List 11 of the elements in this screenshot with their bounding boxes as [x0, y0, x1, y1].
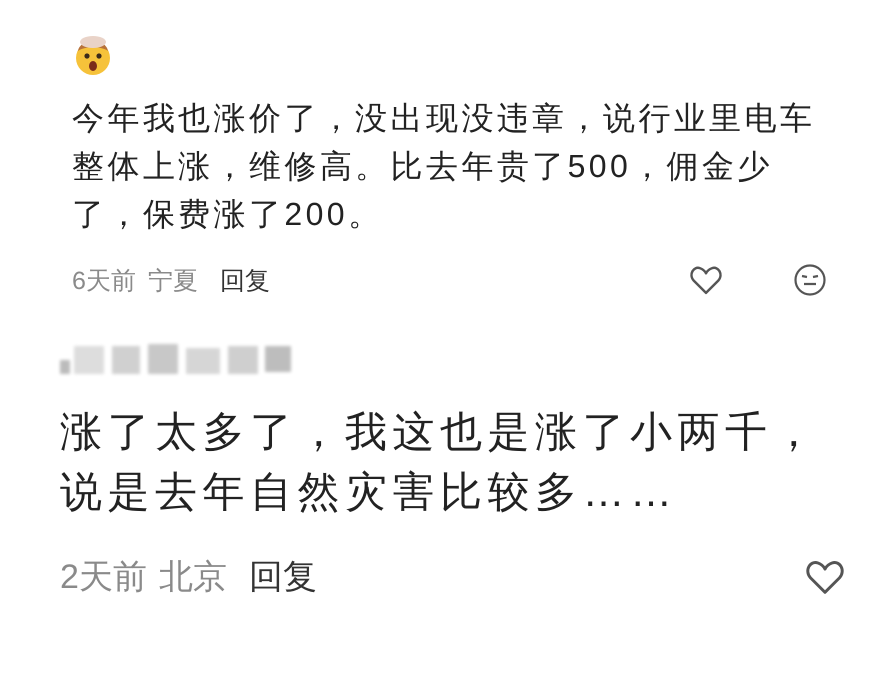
comment-time: 2天前	[60, 557, 147, 598]
comment-text: 今年我也涨价了，没出现没违章，说行业里电车整体上涨，维修高。比去年贵了500，佣金少了，保费涨了200。	[72, 99, 816, 234]
comment-time: 6天前	[72, 266, 136, 296]
comment-location: 宁夏	[148, 266, 198, 296]
heart-icon[interactable]	[689, 264, 723, 296]
reply-link[interactable]: 回复	[220, 264, 270, 296]
neutral-face-icon[interactable]	[793, 263, 827, 297]
heart-icon[interactable]	[805, 558, 845, 596]
comment-location: 北京	[158, 557, 227, 598]
comment-text: 涨了太多了，我这也是涨了小两千，说是去年自然灾害比较多……	[60, 407, 821, 517]
reply-link[interactable]: 回复	[248, 554, 317, 600]
